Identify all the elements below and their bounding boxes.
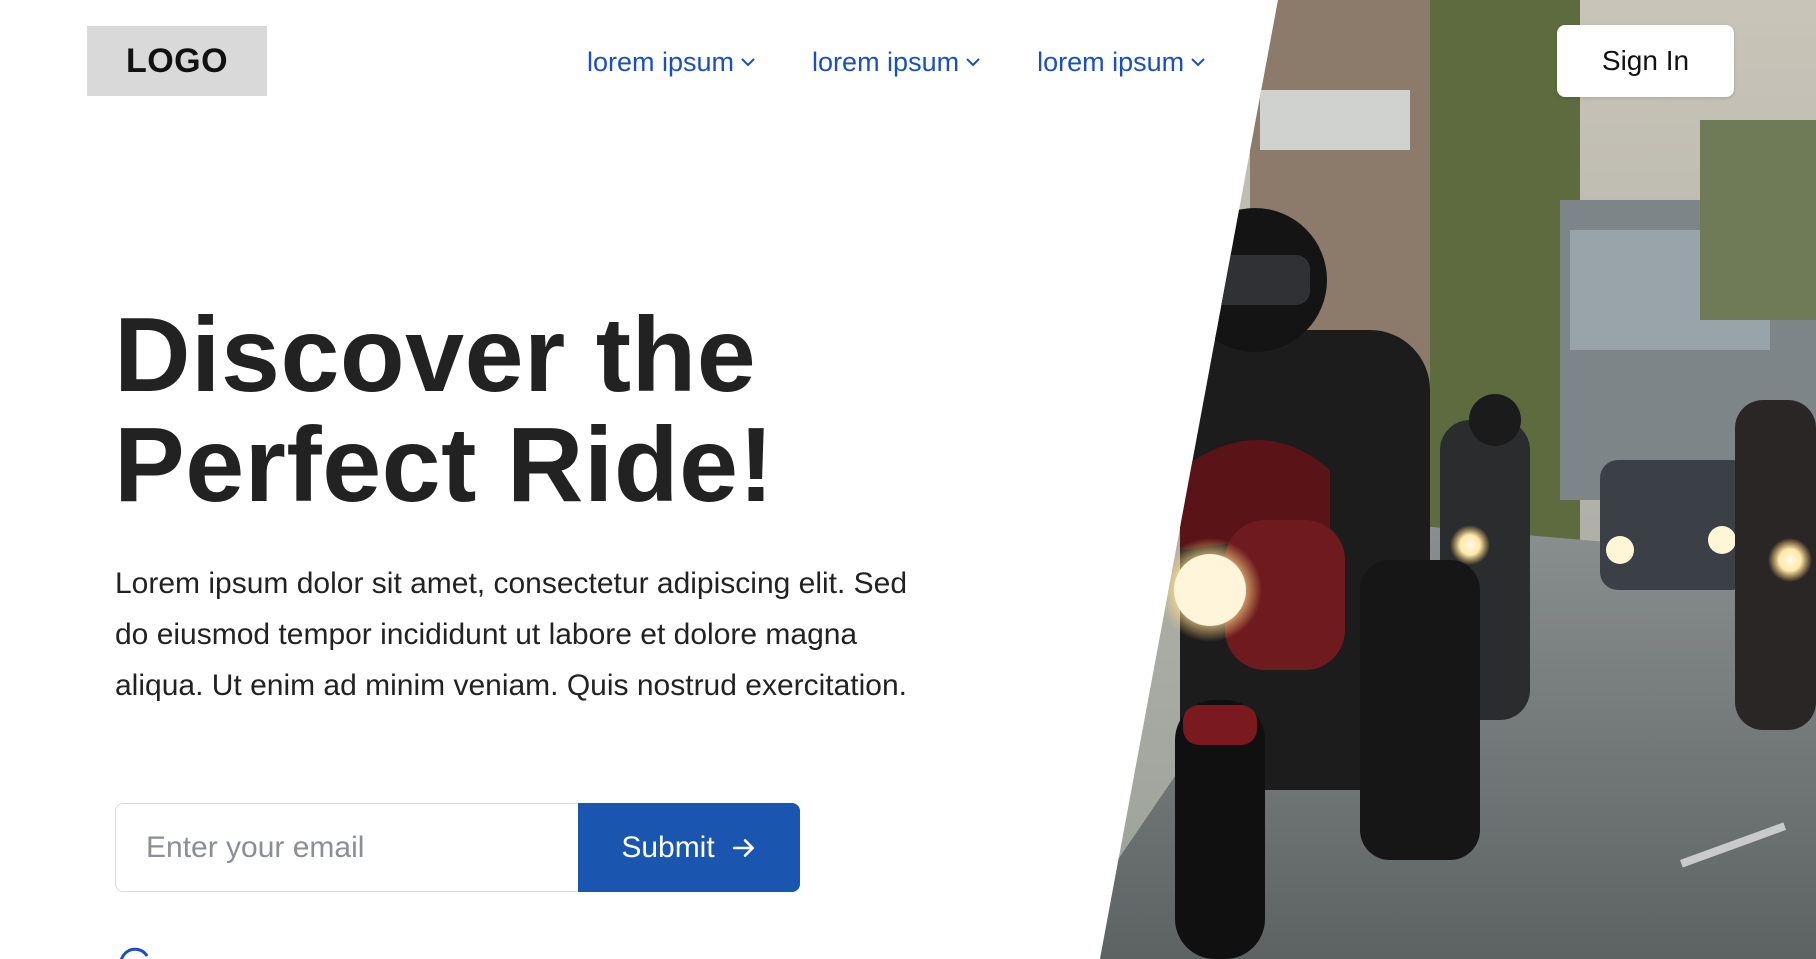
nav-item-label: lorem ipsum bbox=[587, 46, 735, 77]
check-circle-icon bbox=[120, 947, 149, 959]
headline-line-2: Perfect Ride! bbox=[114, 406, 775, 524]
headline-line-1: Discover the bbox=[114, 296, 757, 414]
form-note bbox=[117, 946, 153, 959]
nav-item-3[interactable]: lorem ipsum bbox=[1037, 40, 1206, 84]
submit-label: Submit bbox=[621, 830, 715, 864]
chevron-down-icon bbox=[966, 58, 980, 67]
sign-in-button[interactable]: Sign In bbox=[1557, 25, 1734, 97]
nav-item-label: lorem ipsum bbox=[812, 46, 960, 77]
email-signup-form: Submit bbox=[115, 803, 800, 892]
chevron-down-icon bbox=[1191, 58, 1205, 67]
nav-item-2[interactable]: lorem ipsum bbox=[812, 40, 981, 84]
logo[interactable]: LOGO bbox=[87, 26, 267, 96]
nav-item-1[interactable]: lorem ipsum bbox=[587, 40, 756, 84]
submit-button[interactable]: Submit bbox=[578, 803, 800, 892]
email-input[interactable] bbox=[115, 803, 578, 892]
arrow-right-icon bbox=[732, 838, 754, 857]
chevron-down-icon bbox=[741, 58, 755, 67]
nav-item-label: lorem ipsum bbox=[1037, 46, 1185, 77]
hero-headline: Discover the Perfect Ride! bbox=[114, 300, 874, 520]
main-nav: lorem ipsum lorem ipsum lorem ipsum bbox=[587, 40, 1206, 84]
hero-description: Lorem ipsum dolor sit amet, consectetur … bbox=[115, 567, 908, 702]
